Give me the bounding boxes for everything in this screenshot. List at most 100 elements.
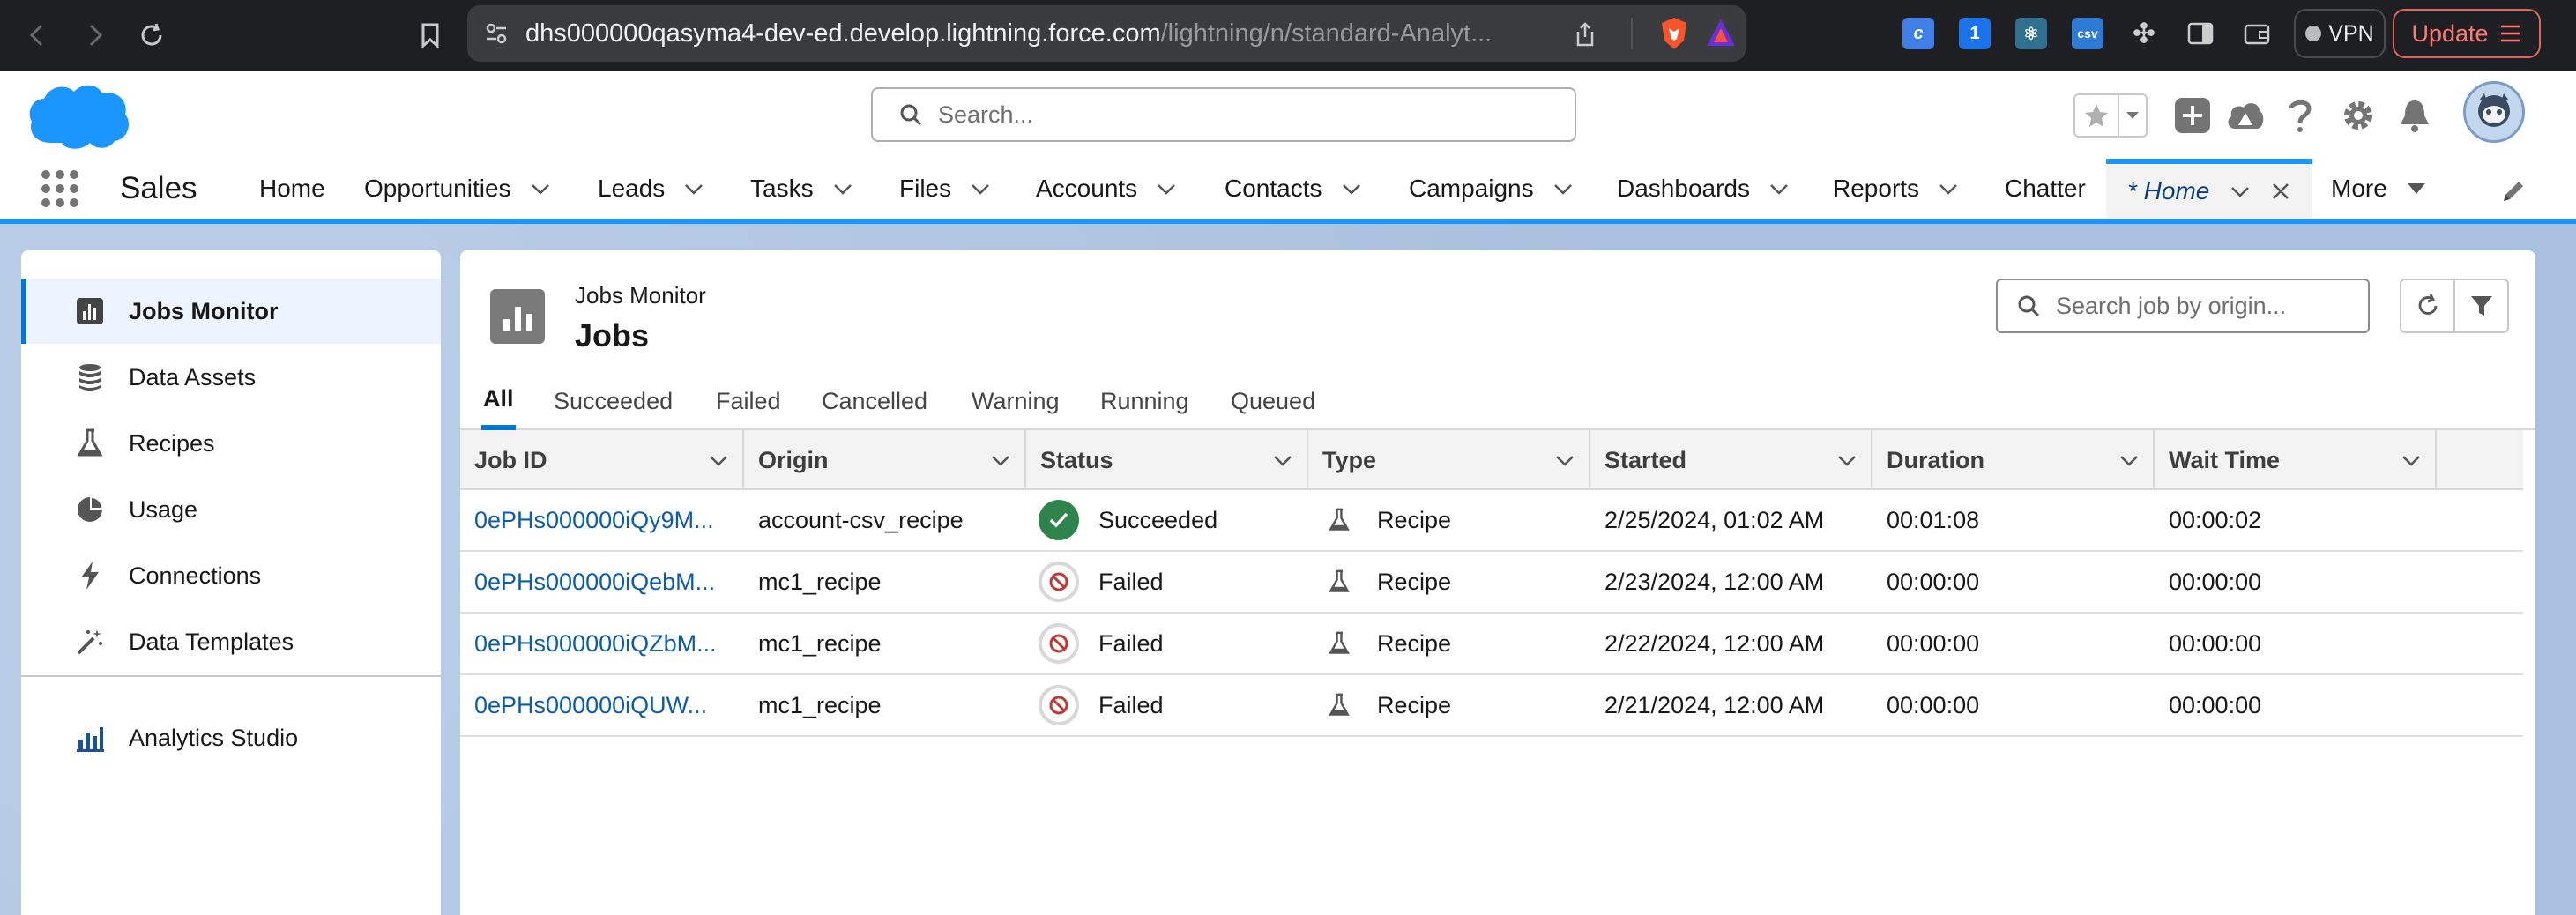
settings-gear-icon[interactable] (2338, 95, 2379, 136)
brave-shield-icon[interactable] (1659, 16, 1689, 51)
sidebar-toggle-icon[interactable] (2185, 18, 2216, 49)
avatar[interactable] (2463, 81, 2525, 143)
tab-running[interactable]: Running (1100, 372, 1189, 430)
column-label: Wait Time (2169, 446, 2281, 473)
column-header-started[interactable]: Started (1590, 430, 1872, 490)
sidebar-item-data-templates[interactable]: Data Templates (21, 609, 441, 674)
nav-item-accounts[interactable]: Accounts (1036, 159, 1176, 219)
extensions-puzzle-icon[interactable]: ✣ (2128, 18, 2160, 49)
favorite-star-icon[interactable] (2075, 95, 2119, 136)
nav-item-campaigns[interactable]: Campaigns (1409, 159, 1573, 219)
sidebar-item-usage[interactable]: Usage (21, 477, 441, 542)
chevron-down-icon[interactable] (991, 450, 1010, 470)
column-header-job-id[interactable]: Job ID (460, 430, 744, 490)
column-header-origin[interactable]: Origin (744, 430, 1026, 490)
filter-button[interactable] (2453, 280, 2507, 331)
column-header-wait-time[interactable]: Wait Time (2155, 430, 2437, 490)
job-search-input[interactable]: Search job by origin... (1996, 279, 2370, 333)
job-id-link[interactable]: 0ePHs000000iQUW... (474, 675, 739, 735)
chevron-down-icon[interactable] (709, 450, 728, 470)
extension-c-icon[interactable]: c (1902, 18, 1934, 49)
nav-item-home[interactable]: Home (259, 159, 325, 219)
chevron-down-icon[interactable] (2119, 450, 2139, 470)
job-id-link[interactable]: 0ePHs000000iQZbM... (474, 614, 739, 673)
nav-item-dashboards[interactable]: Dashboards (1617, 159, 1789, 219)
app-navigation-bar: Sales Home Opportunities Leads Tasks Fil… (0, 159, 2576, 224)
chevron-down-icon[interactable] (531, 179, 550, 198)
tab-queued[interactable]: Queued (1231, 372, 1315, 430)
tab-cancelled[interactable]: Cancelled (822, 372, 927, 430)
edit-nav-pencil-icon[interactable] (2500, 178, 2527, 205)
app-launcher-icon[interactable] (41, 169, 79, 208)
close-icon[interactable] (2271, 182, 2290, 201)
nav-item-label: Tasks (750, 175, 814, 202)
analytics-sidebar: Jobs Monitor Data Assets Recipes Usage C… (21, 250, 441, 915)
refresh-button[interactable] (2401, 280, 2453, 331)
favorites-dropdown-icon[interactable] (2119, 95, 2146, 136)
extension-csv-icon[interactable]: csv (2072, 18, 2103, 49)
chevron-down-icon[interactable] (1555, 450, 1575, 470)
chevron-down-icon[interactable] (833, 179, 852, 198)
nav-item-opportunities[interactable]: Opportunities (364, 159, 550, 219)
nav-item-chatter[interactable]: Chatter (2005, 159, 2086, 219)
forward-icon[interactable] (78, 18, 113, 53)
wallet-icon[interactable] (2241, 18, 2273, 49)
sidebar-item-jobs-monitor[interactable]: Jobs Monitor (21, 279, 441, 344)
tab-home-unsaved[interactable]: * Home (2106, 159, 2312, 219)
chevron-down-icon[interactable] (1939, 179, 1958, 198)
chevron-down-icon[interactable] (684, 179, 704, 198)
chevron-down-icon[interactable] (1769, 179, 1789, 198)
failed-ban-icon (1039, 685, 1079, 725)
tab-failed[interactable]: Failed (716, 372, 781, 430)
table-row: 0ePHs000000iQZbM... mc1_recipe Failed Re… (460, 614, 2523, 675)
job-id-link[interactable]: 0ePHs000000iQebM... (474, 552, 739, 612)
extension-atom-icon[interactable]: ⚛ (2015, 18, 2047, 49)
sidebar-item-data-assets[interactable]: Data Assets (21, 345, 441, 410)
sidebar-item-analytics-studio[interactable]: Analytics Studio (21, 705, 441, 770)
notifications-bell-icon[interactable] (2394, 95, 2435, 136)
pie-chart-icon (76, 495, 104, 524)
chevron-down-icon[interactable] (2230, 182, 2250, 201)
nav-item-tasks[interactable]: Tasks (750, 159, 852, 219)
address-bar[interactable]: dhs000000qasyma4-dev-ed.develop.lightnin… (467, 5, 1746, 62)
help-icon[interactable] (2280, 95, 2320, 136)
jobs-page-icon (490, 289, 545, 344)
nav-item-label: Accounts (1036, 175, 1138, 202)
column-header-duration[interactable]: Duration (1872, 430, 2155, 490)
bookmark-icon[interactable] (413, 18, 448, 53)
chevron-down-icon[interactable] (971, 179, 990, 198)
column-header-type[interactable]: Type (1308, 430, 1590, 490)
nav-item-leads[interactable]: Leads (598, 159, 704, 219)
sidebar-item-connections[interactable]: Connections (21, 543, 441, 608)
nav-item-contacts[interactable]: Contacts (1225, 159, 1361, 219)
update-button[interactable]: Update (2393, 9, 2541, 58)
share-icon[interactable] (1575, 21, 1596, 48)
reload-icon[interactable] (134, 18, 169, 53)
chevron-down-icon[interactable] (1273, 450, 1292, 470)
tab-succeeded[interactable]: Succeeded (554, 372, 673, 430)
nav-more-menu[interactable]: More (2331, 159, 2426, 219)
password-manager-icon[interactable]: 1 (1959, 18, 1991, 49)
job-id-link[interactable]: 0ePHs000000iQy9M... (474, 490, 739, 550)
back-icon[interactable] (19, 18, 55, 53)
global-actions-icon[interactable] (2172, 95, 2213, 136)
chevron-down-icon[interactable] (1157, 179, 1176, 198)
brave-rewards-icon[interactable] (1705, 18, 1737, 48)
tab-warning[interactable]: Warning (972, 372, 1060, 430)
nav-item-reports[interactable]: Reports (1833, 159, 1958, 219)
trailhead-icon[interactable] (2225, 95, 2266, 136)
nav-item-label: Campaigns (1409, 175, 1534, 202)
salesforce-logo-icon[interactable] (26, 78, 132, 152)
column-header-status[interactable]: Status (1026, 430, 1308, 490)
nav-item-files[interactable]: Files (899, 159, 990, 219)
tab-all[interactable]: All (481, 372, 516, 430)
site-settings-icon[interactable] (485, 22, 508, 45)
chevron-down-icon[interactable] (1553, 179, 1573, 198)
chevron-down-icon[interactable] (2401, 450, 2421, 470)
global-search-input[interactable]: Search... (871, 87, 1576, 142)
chevron-down-icon[interactable] (1837, 450, 1857, 470)
sidebar-item-recipes[interactable]: Recipes (21, 411, 441, 476)
table-row: 0ePHs000000iQUW... mc1_recipe Failed Rec… (460, 675, 2523, 737)
vpn-button[interactable]: VPN (2294, 9, 2386, 58)
chevron-down-icon[interactable] (1342, 179, 1361, 198)
